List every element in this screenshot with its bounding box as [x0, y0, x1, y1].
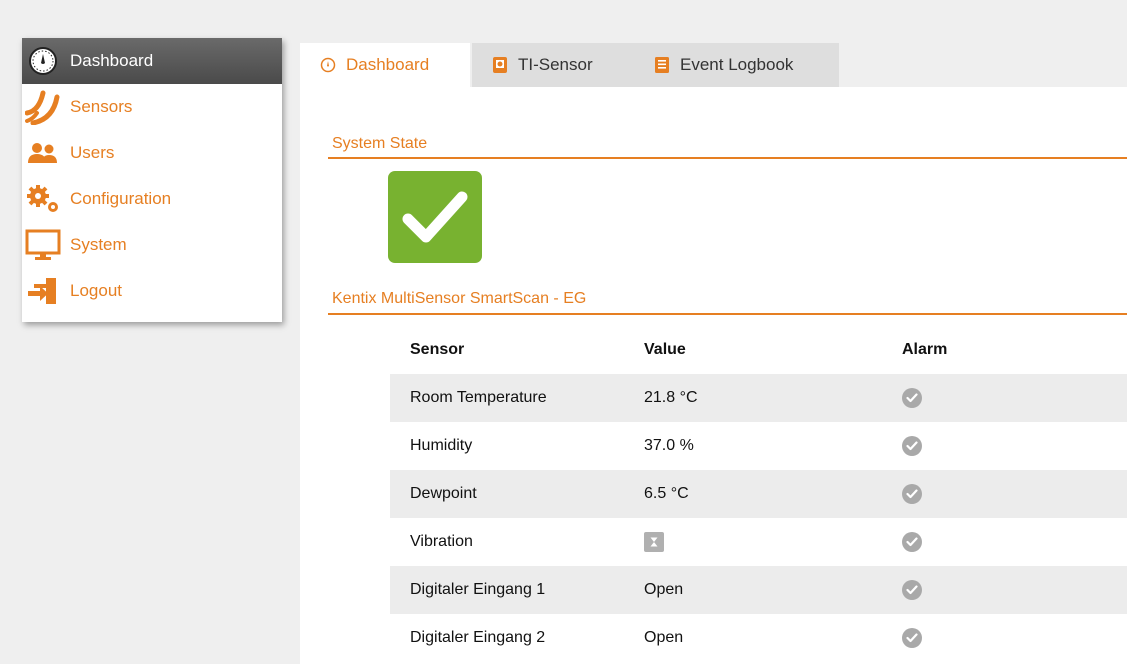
check-circle-icon	[902, 532, 922, 552]
gauge-icon	[320, 57, 336, 73]
check-circle-icon	[902, 388, 922, 408]
sidebar-menu: Dashboard Sensors Users Configuration Sy…	[22, 38, 282, 322]
monitor-icon	[24, 227, 62, 263]
tab-ti-sensor[interactable]: TI-Sensor	[472, 43, 634, 87]
tab-label: Dashboard	[346, 55, 430, 74]
gears-icon	[24, 181, 62, 217]
sidebar-item-label: Logout	[70, 281, 122, 300]
check-circle-icon	[902, 580, 922, 600]
sidebar-item-logout[interactable]: Logout	[22, 268, 282, 314]
sensor-value: 21.8 °C	[644, 389, 698, 406]
alarm-status	[902, 484, 922, 504]
sensor-value: Open	[644, 581, 684, 598]
check-circle-icon	[902, 628, 922, 648]
alarm-status	[902, 628, 922, 648]
sensor-name: Digitaler Eingang 1	[410, 581, 546, 598]
sidebar-item-configuration[interactable]: Configuration	[22, 176, 282, 222]
section-divider	[328, 313, 1127, 315]
alarm-status	[902, 580, 922, 600]
gauge-icon	[24, 43, 62, 79]
tab-dashboard[interactable]: Dashboard	[300, 43, 470, 87]
users-icon	[24, 135, 62, 171]
sidebar-item-label: System	[70, 235, 127, 254]
section-divider	[328, 157, 1127, 159]
device-icon	[492, 56, 508, 74]
sidebar-item-users[interactable]: Users	[22, 130, 282, 176]
top-background	[300, 0, 1127, 41]
table-header: Sensor Value Alarm	[390, 326, 1127, 374]
checkmark-icon	[402, 191, 468, 243]
sidebar-item-label: Configuration	[70, 189, 172, 208]
table-row: Room Temperature 21.8 °C	[390, 374, 1127, 422]
check-circle-icon	[902, 436, 922, 456]
header-sensor: Sensor	[410, 341, 465, 358]
sensor-name: Humidity	[410, 437, 473, 454]
table-row: Digitaler Eingang 2 Open	[390, 614, 1127, 662]
sensor-name: Digitaler Eingang 2	[410, 629, 546, 646]
sidebar-item-label: Users	[70, 143, 115, 162]
sensor-name: Dewpoint	[410, 485, 477, 502]
header-alarm: Alarm	[902, 341, 948, 358]
sensor-value: Open	[644, 629, 684, 646]
table-row: Dewpoint 6.5 °C	[390, 470, 1127, 518]
sensor-value: 6.5 °C	[644, 485, 689, 502]
alarm-status	[902, 436, 922, 456]
sensor-value	[644, 532, 664, 552]
sidebar-item-sensors[interactable]: Sensors	[22, 84, 282, 130]
alarm-status	[902, 388, 922, 408]
not-available-icon	[644, 532, 664, 552]
section-title-system-state: System State	[332, 135, 428, 152]
sensor-name: Vibration	[410, 533, 473, 550]
logbook-icon	[654, 56, 670, 74]
table-row: Vibration	[390, 518, 1127, 566]
table-row: Humidity 37.0 %	[390, 422, 1127, 470]
system-status-indicator	[388, 171, 482, 263]
table-row: Digitaler Eingang 1 Open	[390, 566, 1127, 614]
tab-event-logbook[interactable]: Event Logbook	[634, 43, 839, 87]
header-value: Value	[644, 341, 686, 358]
logout-icon	[24, 273, 62, 309]
section-title-sensor: Kentix MultiSensor SmartScan - EG	[332, 290, 587, 307]
sidebar-item-label: Sensors	[70, 97, 133, 116]
tab-label: TI-Sensor	[518, 55, 593, 74]
sensor-name: Room Temperature	[410, 389, 547, 406]
sensor-value: 37.0 %	[644, 437, 694, 454]
signal-waves-icon	[24, 89, 62, 125]
sidebar-item-dashboard[interactable]: Dashboard	[22, 38, 282, 84]
alarm-status	[902, 532, 922, 552]
check-circle-icon	[902, 484, 922, 504]
tab-label: Event Logbook	[680, 55, 794, 74]
sidebar-item-label: Dashboard	[70, 51, 154, 70]
sidebar-item-system[interactable]: System	[22, 222, 282, 268]
